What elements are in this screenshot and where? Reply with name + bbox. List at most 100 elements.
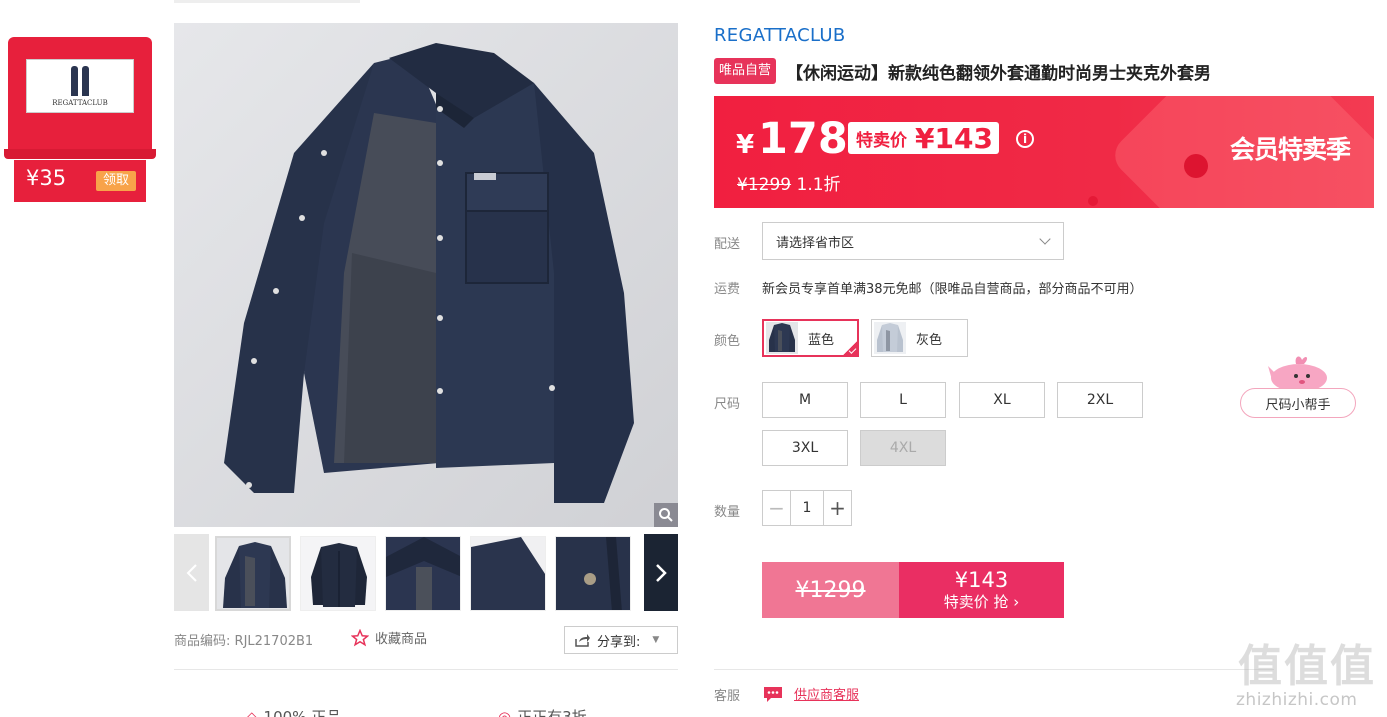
buy-original-price: ¥1299 [762, 562, 899, 618]
size-helper-button[interactable]: 尺码小帮手 [1240, 352, 1356, 418]
service-row: 供应商客服 [762, 684, 859, 703]
thumbnail-prev-button[interactable] [174, 534, 209, 611]
discount-icon: ◎ [498, 707, 512, 717]
jacket-image [174, 23, 678, 527]
size-option-2xl[interactable]: 2XL [1057, 382, 1143, 418]
right-divider [714, 669, 1274, 670]
share-dropdown[interactable]: 分享到: ▼ [564, 626, 678, 654]
thumbnail-5[interactable] [555, 536, 631, 611]
thumbnail-4[interactable] [470, 536, 546, 611]
thumbnail-2[interactable] [300, 536, 376, 611]
main-product-image[interactable] [174, 23, 678, 527]
color-option-label: 蓝色 [808, 332, 835, 348]
jacket-thumb [556, 537, 630, 610]
coupon-amount: ¥35 [26, 166, 67, 190]
mascot-icon [1268, 356, 1327, 392]
chat-bubble-icon [764, 686, 782, 702]
size-option-4xl: 4XL [860, 430, 946, 466]
product-code: 商品编码: RJL21702B1 [174, 630, 313, 649]
check-icon [841, 339, 859, 357]
buy-cta-label: 特卖价 抢 › [943, 593, 1020, 611]
watermark-url: zhizhizhi.com [1236, 690, 1358, 710]
service-label: 客服 [714, 689, 741, 704]
coupon-top: REGATTACLUB [8, 37, 152, 153]
current-price: 178 [758, 114, 848, 164]
brand-logo: REGATTACLUB [26, 59, 134, 113]
coupon-fold [4, 149, 156, 159]
quantity-increase-button[interactable]: + [823, 491, 851, 525]
jacket-thumb [766, 322, 798, 354]
self-operated-tag: 唯品自营 [714, 58, 777, 84]
star-icon [351, 628, 369, 646]
shipping-text: 新会员专享首单满38元免邮（限唯品自营商品，部分商品不可用） [762, 282, 1143, 297]
supplier-service-link[interactable]: 供应商客服 [794, 684, 859, 703]
thumbnail-1[interactable] [215, 536, 291, 611]
quantity-stepper: − 1 + [762, 490, 852, 526]
price-currency: ¥ [736, 130, 755, 160]
guarantee-item-discount: ◎ 正正有3折 [498, 706, 587, 717]
guarantee-text: 正正有3折 [517, 708, 587, 717]
left-divider [174, 669, 678, 670]
color-option-gray[interactable]: 灰色 [871, 319, 968, 357]
quantity-label: 数量 [714, 505, 741, 520]
watermark-logo: 值值值 [1238, 641, 1376, 692]
site-watermark: 值值值 zhizhizhi.com [1232, 630, 1382, 716]
original-price-row: ¥1299 1.1折 [737, 170, 841, 195]
size-label: 尺码 [714, 397, 741, 412]
discount-rate: 1.1折 [796, 175, 841, 195]
size-option-3xl[interactable]: 3XL [762, 430, 848, 466]
buy-price: ¥143 [954, 568, 1009, 592]
chevron-right-icon [656, 563, 667, 582]
favorite-label: 收藏商品 [375, 632, 428, 647]
brand-logo-text: REGATTACLUB [52, 99, 108, 107]
product-code-label: 商品编码: [174, 634, 231, 649]
price-banner: ¥ 178 特卖价 ¥143 i ¥1299 1.1折 会员特卖季 [714, 96, 1374, 208]
banner-dot [1088, 196, 1098, 206]
shield-icon: ◇ [246, 707, 258, 717]
guarantee-item-genuine: ◇ 100% 正品 [246, 706, 341, 717]
product-code-value: RJL21702B1 [234, 634, 314, 649]
member-season-label: 会员特卖季 [1230, 135, 1351, 164]
buy-button[interactable]: ¥1299 ¥143 特卖价 抢 › [762, 562, 1064, 618]
special-price-value: ¥143 [915, 121, 993, 155]
region-select[interactable]: 请选择省市区 [762, 222, 1064, 260]
color-option-label: 灰色 [916, 332, 943, 348]
region-select-value: 请选择省市区 [776, 235, 855, 251]
claim-coupon-button[interactable]: 领取 [96, 171, 136, 191]
size-option-l[interactable]: L [860, 382, 946, 418]
thumbnail-3[interactable] [385, 536, 461, 611]
buy-now-button[interactable]: ¥143 特卖价 抢 › [899, 562, 1064, 618]
jacket-thumb [301, 537, 375, 610]
size-option-m[interactable]: M [762, 382, 848, 418]
jacket-thumb [217, 538, 289, 609]
title-row: 唯品自营 【休闲运动】新款纯色翻领外套通勤时尚男士夹克外套男 [714, 58, 1211, 84]
chevron-down-icon [1039, 233, 1051, 245]
info-icon[interactable]: i [1016, 130, 1034, 148]
jacket-thumb [874, 322, 906, 354]
color-label: 颜色 [714, 334, 741, 349]
color-option-blue[interactable]: 蓝色 [762, 319, 859, 357]
swatch-image [874, 322, 906, 354]
shipping-label: 运费 [714, 282, 741, 297]
banner-dot [1184, 154, 1208, 178]
original-price: ¥1299 [737, 175, 792, 195]
brand-link[interactable]: REGATTACLUB [714, 25, 846, 46]
thumbnail-next-button[interactable] [644, 534, 678, 611]
coupon-bottom: ¥35 领取 [14, 160, 146, 202]
quantity-decrease-button[interactable]: − [763, 491, 791, 525]
magnifier-icon [659, 508, 673, 522]
jacket-thumb [386, 537, 460, 610]
product-title: 【休闲运动】新款纯色翻领外套通勤时尚男士夹克外套男 [786, 63, 1212, 84]
chevron-left-icon [186, 563, 197, 582]
store-coupon-card[interactable]: REGATTACLUB ¥35 领取 [4, 37, 156, 203]
zoom-button[interactable] [654, 503, 678, 527]
brand-logo-figures [71, 66, 91, 96]
special-price-label: 特卖价 [856, 130, 907, 151]
caret-down-icon: ▼ [652, 635, 660, 645]
favorite-button[interactable]: 收藏商品 [351, 628, 427, 647]
quantity-input[interactable]: 1 [791, 491, 823, 525]
special-price-badge: 特卖价 ¥143 [848, 121, 999, 155]
delivery-label: 配送 [714, 237, 741, 252]
size-option-xl[interactable]: XL [959, 382, 1045, 418]
jacket-thumb [471, 537, 545, 610]
